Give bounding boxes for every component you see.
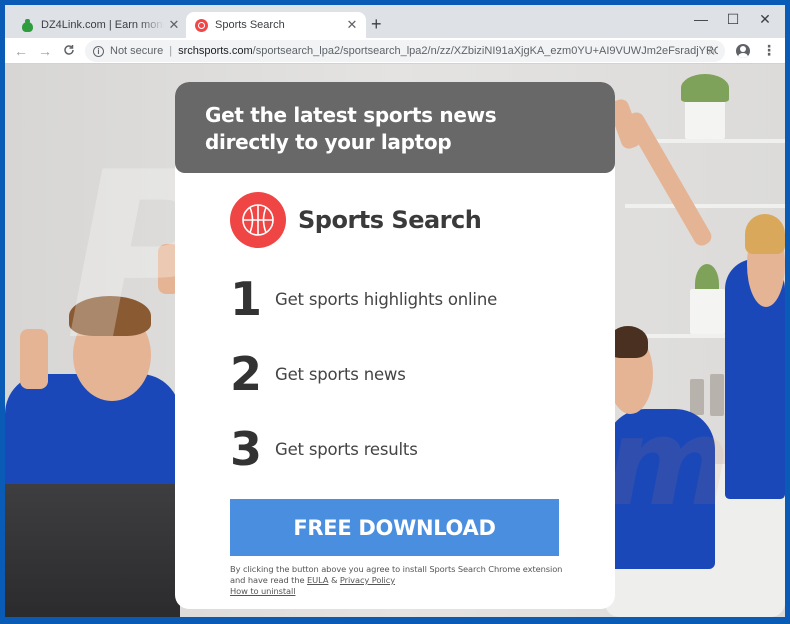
feature-text: Get sports highlights online [275,289,498,309]
feature-number: 2 [230,347,262,401]
menu-kebab-icon[interactable]: ⋮ [762,42,776,58]
tab-strip: DZ4Link.com | Earn money on sh ✕ Sports … [5,5,785,38]
uninstall-link[interactable]: How to uninstall [230,586,296,596]
browser-toolbar: ← → i Not secure | srchsports.com/sports… [5,38,785,64]
person-left-hair [69,296,151,336]
close-tab-icon[interactable]: ✕ [342,17,362,33]
eula-link[interactable]: EULA [307,575,329,585]
basketball-icon [195,18,208,32]
url-domain: srchsports.com [178,45,253,57]
browser-window: DZ4Link.com | Earn money on sh ✕ Sports … [5,5,785,617]
free-download-button[interactable]: FREE DOWNLOAD [230,499,559,556]
person-right-hair [745,214,785,254]
plant [681,74,729,102]
info-icon[interactable]: i [93,45,104,57]
brand: Sports Search [230,192,482,248]
forward-button[interactable]: → [33,43,57,59]
money-bag-icon [21,18,34,32]
person-middle-shirt [605,409,715,569]
feature-number: 1 [230,272,262,326]
feature-item: 2 Get sports news [230,349,406,399]
privacy-policy-link[interactable]: Privacy Policy [340,575,395,585]
page-viewport: PC sk.com Get the latest sports news dir… [5,64,785,617]
tab-title: DZ4Link.com | Earn money on sh [41,19,164,31]
person-left-fist [20,329,48,389]
promo-card: Get the latest sports news directly to y… [175,82,615,609]
maximize-button[interactable]: ☐ [717,8,749,30]
minimize-button[interactable]: — [685,8,717,30]
feature-text: Get sports results [275,439,418,459]
bookmark-star-icon[interactable]: ☆ [705,43,717,59]
basketball-logo-icon [230,192,286,248]
tv-screen [5,484,180,617]
close-window-button[interactable]: ✕ [749,8,781,30]
feature-text: Get sports news [275,364,406,384]
plant-pot [690,289,725,334]
tab-sports-search[interactable]: Sports Search ✕ [186,12,366,38]
reload-icon [64,44,74,55]
vase [710,374,724,416]
vase [690,379,704,415]
profile-avatar-icon[interactable] [736,44,750,58]
plant-pot [685,99,725,139]
close-tab-icon[interactable]: ✕ [164,17,184,33]
separator: | [169,45,173,57]
address-bar[interactable]: i Not secure | srchsports.com/sportsearc… [85,40,725,62]
legal-disclaimer: By clicking the button above you agree t… [230,564,565,597]
tab-dz4link[interactable]: DZ4Link.com | Earn money on sh ✕ [13,12,188,38]
feature-number: 3 [230,422,262,476]
feature-item: 3 Get sports results [230,424,418,474]
headline: Get the latest sports news directly to y… [205,103,497,154]
shelf [625,204,785,208]
url-path: /sportsearch_lpa2/sportsearch_lpa2/n/zz/… [252,45,719,57]
legal-text: By clicking the button above you agree t… [230,564,563,585]
feature-item: 1 Get sports highlights online [230,274,497,324]
security-label: Not secure [110,45,164,57]
url-text[interactable]: srchsports.com/sportsearch_lpa2/sportsea… [178,45,718,57]
reload-button[interactable] [57,43,81,59]
brand-name: Sports Search [298,206,482,234]
legal-amp: & [328,575,340,585]
card-header: Get the latest sports news directly to y… [175,82,615,173]
tab-title: Sports Search [215,19,285,31]
back-button[interactable]: ← [9,43,33,59]
new-tab-button[interactable]: + [371,14,382,34]
